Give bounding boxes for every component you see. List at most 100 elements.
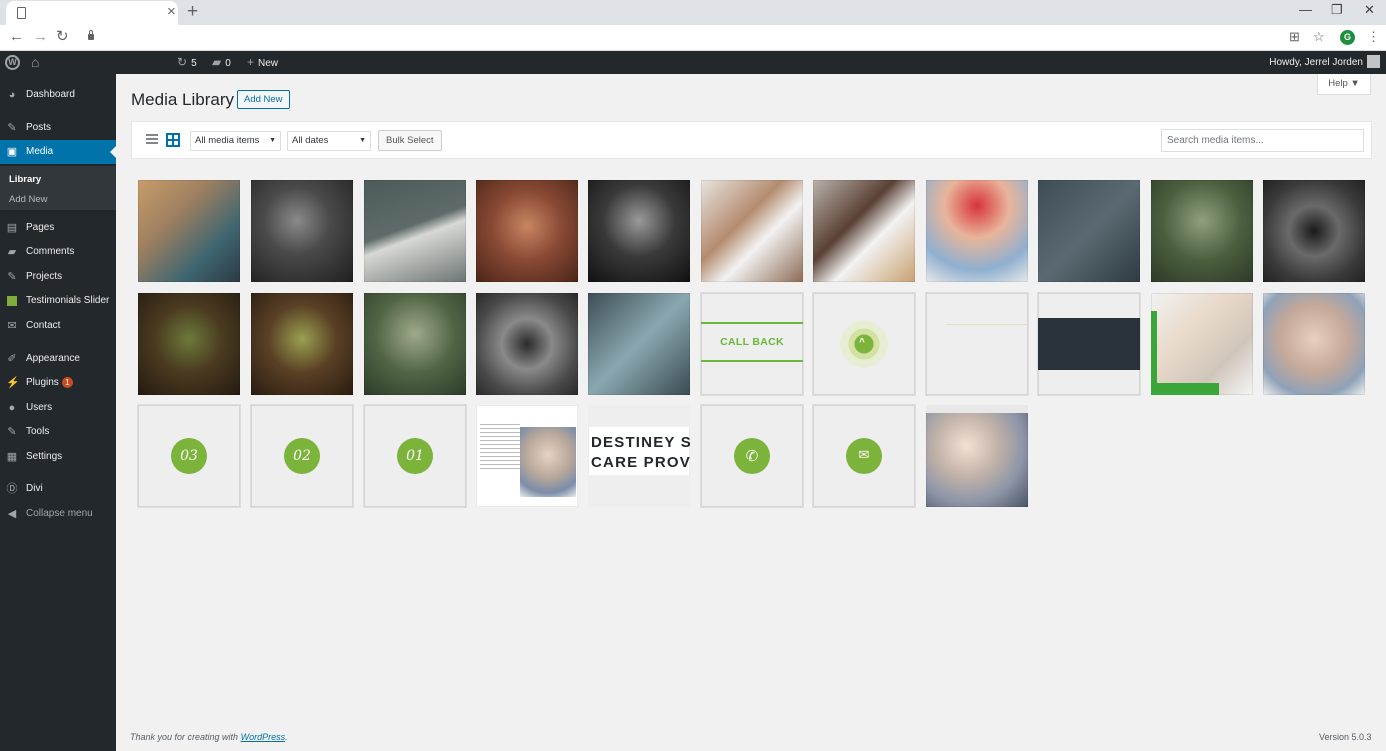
back-icon[interactable]: ← <box>9 29 24 45</box>
menu-label: Settings <box>26 451 63 462</box>
date-filter[interactable]: All dates ▼ <box>287 131 371 151</box>
wrench-icon: ✎ <box>7 426 17 438</box>
media-thumbnail[interactable] <box>138 293 240 395</box>
menu-testimonials-slider[interactable]: Testimonials Slider <box>0 290 116 312</box>
browser-tab[interactable]: × <box>6 1 178 25</box>
star-icon[interactable]: ☆ <box>1313 29 1325 45</box>
new-content-link[interactable]: + New <box>247 56 278 70</box>
menu-label: Posts <box>26 122 52 133</box>
media-thumbnail[interactable] <box>1151 180 1253 282</box>
menu-dots-icon[interactable]: ⋮ <box>1367 29 1380 45</box>
media-icon: ▣ <box>6 146 18 158</box>
submenu-add-new[interactable]: Add New <box>9 193 48 207</box>
menu-settings[interactable]: ▦ Settings <box>0 446 116 468</box>
submenu-library[interactable]: Library <box>9 173 41 187</box>
media-thumbnail[interactable] <box>926 293 1028 395</box>
plus-icon: + <box>247 55 255 69</box>
media-thumbnail[interactable]: CALL BACK <box>701 293 803 395</box>
media-thumbnail[interactable]: 01 <box>364 405 466 507</box>
media-thumbnail[interactable] <box>138 180 240 282</box>
menu-collapse[interactable]: ◀ Collapse menu <box>0 503 116 525</box>
page-title: Media Library <box>131 90 234 109</box>
close-tab-icon[interactable]: × <box>167 4 176 20</box>
menu-plugins[interactable]: ⚡ Plugins 1 <box>0 372 116 394</box>
menu-users[interactable]: ● Users <box>0 397 116 419</box>
media-thumbnail[interactable]: DESTINEY S CARE PROV <box>588 405 690 507</box>
destiney-text: DESTINEY S CARE PROV <box>591 433 690 473</box>
forward-icon[interactable]: → <box>33 29 48 45</box>
menu-contact[interactable]: ✉ Contact <box>0 315 116 337</box>
media-thumbnail[interactable] <box>701 180 803 282</box>
home-icon[interactable]: ⌂ <box>31 54 39 70</box>
wordpress-logo-icon[interactable]: W <box>5 55 20 70</box>
menu-dashboard[interactable]: ◕ Dashboard <box>0 84 116 106</box>
reload-icon[interactable]: ↻ <box>56 29 69 45</box>
collapse-icon: ◀ <box>7 508 17 520</box>
plugins-update-badge: 1 <box>61 377 73 388</box>
menu-posts[interactable]: ✎ Posts <box>0 117 116 139</box>
mail-icon: ✉ <box>7 320 17 332</box>
menu-label: Plugins <box>26 377 59 388</box>
media-thumbnail[interactable] <box>251 293 353 395</box>
translate-icon[interactable]: ⊞ <box>1289 29 1300 45</box>
list-view-icon[interactable] <box>146 134 158 146</box>
settings-icon: ▦ <box>6 451 18 463</box>
media-thumbnail[interactable]: 03 <box>138 405 240 507</box>
avatar <box>1367 55 1380 68</box>
browser-tab-strip: × + — ❐ ✕ <box>0 0 1386 25</box>
menu-projects[interactable]: ✎ Projects <box>0 266 116 288</box>
grid-view-icon[interactable] <box>166 133 180 147</box>
media-thumbnail[interactable] <box>1038 180 1140 282</box>
media-thumbnail[interactable] <box>1263 180 1365 282</box>
menu-label: Users <box>26 402 53 413</box>
updates-link[interactable]: ↻ 5 <box>177 56 197 70</box>
media-thumbnail[interactable]: ^ <box>813 293 915 395</box>
media-thumbnail[interactable] <box>926 405 1028 507</box>
refresh-icon: ↻ <box>177 55 188 69</box>
menu-appearance[interactable]: ✐ Appearance <box>0 348 116 370</box>
search-input[interactable] <box>1161 129 1364 152</box>
add-new-button[interactable]: Add New <box>237 90 290 109</box>
menu-divi[interactable]: Ⓓ Divi <box>0 478 116 500</box>
menu-label: Comments <box>26 246 75 257</box>
media-type-filter[interactable]: All media items ▼ <box>190 131 281 151</box>
comments-link[interactable]: ▰ 0 <box>212 56 231 70</box>
media-thumbnail[interactable] <box>588 180 690 282</box>
media-thumbnail[interactable] <box>251 180 353 282</box>
destiney-line-2: CARE PROV <box>591 454 690 471</box>
media-thumbnail[interactable]: ✉ <box>813 405 915 507</box>
media-thumbnail[interactable] <box>813 180 915 282</box>
media-thumbnail[interactable] <box>476 405 578 507</box>
comments-count: 0 <box>225 58 231 69</box>
menu-pages[interactable]: ▤ Pages <box>0 217 116 239</box>
wordpress-link[interactable]: WordPress <box>241 732 286 742</box>
media-thumbnail[interactable] <box>588 293 690 395</box>
media-thumbnail[interactable] <box>364 180 466 282</box>
bulk-select-button[interactable]: Bulk Select <box>378 130 442 151</box>
footer-thanks: Thank you for creating with <box>130 732 239 742</box>
media-thumbnail[interactable] <box>926 180 1028 282</box>
restore-icon[interactable]: ❐ <box>1331 2 1343 18</box>
account-menu[interactable]: Howdy, Jerrel Jorden <box>1269 55 1380 70</box>
media-thumbnail[interactable] <box>476 180 578 282</box>
media-thumbnail[interactable]: 02 <box>251 405 353 507</box>
media-thumbnail[interactable] <box>1263 293 1365 395</box>
media-thumbnail[interactable] <box>1151 293 1253 395</box>
minimize-icon[interactable]: — <box>1299 2 1312 18</box>
callback-label: CALL BACK <box>701 322 803 362</box>
media-thumbnail[interactable] <box>476 293 578 395</box>
comment-icon: ▰ <box>7 246 17 258</box>
media-thumbnail[interactable] <box>1038 293 1140 395</box>
pin-icon: ✎ <box>7 122 17 134</box>
media-thumbnail[interactable]: ✆ <box>701 405 803 507</box>
menu-comments[interactable]: ▰ Comments <box>0 241 116 263</box>
page-icon: ▤ <box>6 222 18 234</box>
version-text: Version 5.0.3 <box>1319 732 1372 742</box>
menu-tools[interactable]: ✎ Tools <box>0 421 116 443</box>
profile-avatar[interactable]: G <box>1340 30 1355 45</box>
media-thumbnail[interactable] <box>364 293 466 395</box>
help-button[interactable]: Help ▼ <box>1317 74 1371 95</box>
close-window-icon[interactable]: ✕ <box>1364 2 1375 18</box>
new-tab-icon[interactable]: + <box>187 1 198 23</box>
menu-media[interactable]: ▣ Media <box>0 140 116 164</box>
